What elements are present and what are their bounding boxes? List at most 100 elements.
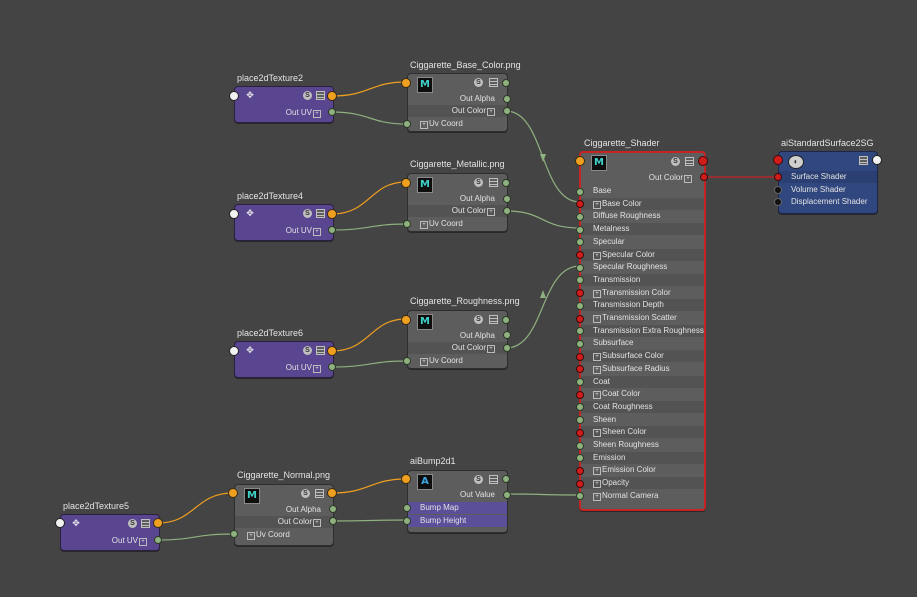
- port-subsurface-color[interactable]: [576, 352, 584, 361]
- expand-icon[interactable]: +: [487, 345, 495, 353]
- port-base[interactable]: [576, 187, 584, 196]
- attr-coat-roughness[interactable]: Coat Roughness: [581, 400, 704, 413]
- attr-sheen[interactable]: Sheen: [581, 414, 704, 426]
- attr-diffuse-roughness[interactable]: Diffuse Roughness: [581, 210, 704, 222]
- attribute-list-icon[interactable]: [489, 178, 498, 187]
- expand-icon[interactable]: +: [593, 251, 601, 260]
- attr-uv-coord[interactable]: + Uv Coord: [235, 529, 333, 541]
- input-port[interactable]: [229, 91, 239, 101]
- node-title-roughness[interactable]: Ciggarette_Roughness.png: [410, 296, 520, 307]
- port-out-uv[interactable]: [328, 108, 336, 116]
- attr-out-alpha[interactable]: Out Alpha: [408, 193, 507, 205]
- input-port[interactable]: [401, 178, 411, 188]
- input-port[interactable]: [773, 155, 783, 165]
- attr-volume-shader[interactable]: Volume Shader: [779, 184, 877, 196]
- shading-badge-icon[interactable]: S: [474, 78, 483, 87]
- output-port[interactable]: [502, 316, 510, 324]
- port-coat-color[interactable]: [576, 390, 584, 399]
- port-diffuse-roughness[interactable]: [576, 212, 584, 221]
- node-title-shader[interactable]: Ciggarette_Shader: [584, 138, 660, 149]
- port-uv-coord[interactable]: [403, 220, 411, 228]
- port-out-alpha[interactable]: [503, 95, 511, 103]
- shading-badge-icon[interactable]: S: [301, 489, 310, 498]
- attr-emission[interactable]: Emission: [581, 451, 704, 464]
- node-base-color-file[interactable]: M S Out Alpha Out Color + + Uv Coord: [407, 73, 508, 132]
- output-port[interactable]: [872, 155, 882, 165]
- attr-normal-camera[interactable]: + Normal Camera: [581, 490, 704, 502]
- attr-specular-roughness[interactable]: Specular Roughness: [581, 261, 704, 273]
- attr-bump-map[interactable]: Bump Map: [408, 502, 507, 514]
- shading-badge-icon[interactable]: S: [128, 519, 137, 528]
- port-out-alpha[interactable]: [503, 331, 511, 339]
- port-uv-coord[interactable]: [403, 120, 411, 128]
- attr-base-color[interactable]: + Base Color: [581, 197, 704, 210]
- expand-icon[interactable]: +: [420, 358, 428, 366]
- port-transmission-depth[interactable]: [576, 301, 584, 310]
- expand-icon[interactable]: +: [487, 208, 495, 216]
- node-title-base-color[interactable]: Ciggarette_Base_Color.png: [410, 60, 521, 71]
- expand-icon[interactable]: +: [593, 429, 601, 438]
- expand-icon[interactable]: +: [420, 221, 428, 229]
- input-port[interactable]: [401, 474, 411, 484]
- expand-icon[interactable]: +: [593, 480, 601, 489]
- port-out-color[interactable]: [329, 517, 337, 525]
- attr-transmission-color[interactable]: + Transmission Color: [581, 287, 704, 299]
- attribute-list-icon[interactable]: [316, 346, 325, 355]
- node-ciggarette-shader[interactable]: M S Out Color + Base + Base Color Diffuse Ro…: [579, 151, 706, 511]
- output-port[interactable]: [502, 179, 510, 187]
- node-normal-file[interactable]: M S Out Alpha Out Color + + Uv Coord: [234, 484, 334, 546]
- node-title-aibump[interactable]: aiBump2d1: [410, 456, 456, 467]
- node-aibump2d1[interactable]: A S Out Value Bump Map Bump Height: [407, 470, 508, 533]
- attr-subsurface-color[interactable]: + Subsurface Color: [581, 350, 704, 363]
- output-port[interactable]: [502, 475, 510, 483]
- attr-out-color[interactable]: Out Color +: [408, 105, 507, 117]
- port-sheen-roughness[interactable]: [576, 441, 584, 450]
- port-out-uv[interactable]: [154, 536, 162, 544]
- port-subsurface[interactable]: [576, 339, 584, 348]
- port-uv-coord[interactable]: [230, 530, 238, 538]
- node-place2dtexture6[interactable]: ✥ S Out UV +: [234, 341, 334, 378]
- attribute-list-icon[interactable]: [685, 157, 694, 166]
- node-title-metallic[interactable]: Ciggarette_Metallic.png: [410, 159, 505, 170]
- attr-transmission-scatter[interactable]: + Transmission Scatter: [581, 312, 704, 324]
- expand-icon[interactable]: +: [593, 353, 601, 362]
- output-port[interactable]: [153, 518, 163, 528]
- expand-icon[interactable]: +: [593, 467, 601, 476]
- attr-sheen-roughness[interactable]: Sheen Roughness: [581, 439, 704, 451]
- expand-icon[interactable]: +: [420, 121, 428, 129]
- attr-out-value[interactable]: Out Value: [408, 489, 507, 501]
- attr-metalness[interactable]: Metalness: [581, 223, 704, 236]
- attr-out-alpha[interactable]: Out Alpha: [235, 504, 333, 516]
- attr-out-uv[interactable]: Out UV +: [235, 225, 333, 237]
- port-specular-color[interactable]: [576, 251, 584, 259]
- attribute-list-icon[interactable]: [489, 315, 498, 324]
- node-place2dtexture5[interactable]: ✥ S Out UV +: [60, 514, 160, 551]
- node-roughness-file[interactable]: M S Out Alpha Out Color + + Uv Coord: [407, 310, 508, 369]
- attr-transmission[interactable]: Transmission: [581, 273, 704, 286]
- node-title-sg[interactable]: aiStandardSurface2SG: [781, 138, 874, 149]
- port-metalness[interactable]: [576, 225, 584, 234]
- input-port[interactable]: [401, 78, 411, 88]
- attr-uv-coord[interactable]: + Uv Coord: [408, 218, 507, 230]
- node-title-place2dtexture6[interactable]: place2dTexture6: [237, 328, 303, 339]
- attr-coat-color[interactable]: + Coat Color: [581, 388, 704, 400]
- attr-subsurface-radius[interactable]: + Subsurface Radius: [581, 363, 704, 375]
- expand-icon[interactable]: +: [593, 200, 601, 209]
- attr-out-uv[interactable]: Out UV +: [235, 107, 333, 119]
- port-bump-height[interactable]: [403, 517, 411, 525]
- attr-out-color[interactable]: Out Color +: [235, 516, 333, 528]
- input-port[interactable]: [55, 518, 65, 528]
- attr-uv-coord[interactable]: + Uv Coord: [408, 118, 507, 130]
- input-port[interactable]: [575, 156, 585, 166]
- node-title-normal[interactable]: Ciggarette_Normal.png: [237, 470, 330, 481]
- expand-icon[interactable]: +: [313, 365, 321, 373]
- node-place2dtexture2[interactable]: ✥ S Out UV +: [234, 86, 334, 123]
- port-out-uv[interactable]: [328, 363, 336, 371]
- attr-opacity[interactable]: + Opacity: [581, 477, 704, 490]
- attr-out-color[interactable]: Out Color +: [408, 342, 507, 354]
- attribute-list-icon[interactable]: [315, 489, 324, 498]
- output-port[interactable]: [698, 156, 708, 166]
- port-volume-shader[interactable]: [774, 186, 782, 194]
- port-out-color[interactable]: [503, 107, 511, 115]
- node-title-place2dtexture5[interactable]: place2dTexture5: [63, 501, 129, 512]
